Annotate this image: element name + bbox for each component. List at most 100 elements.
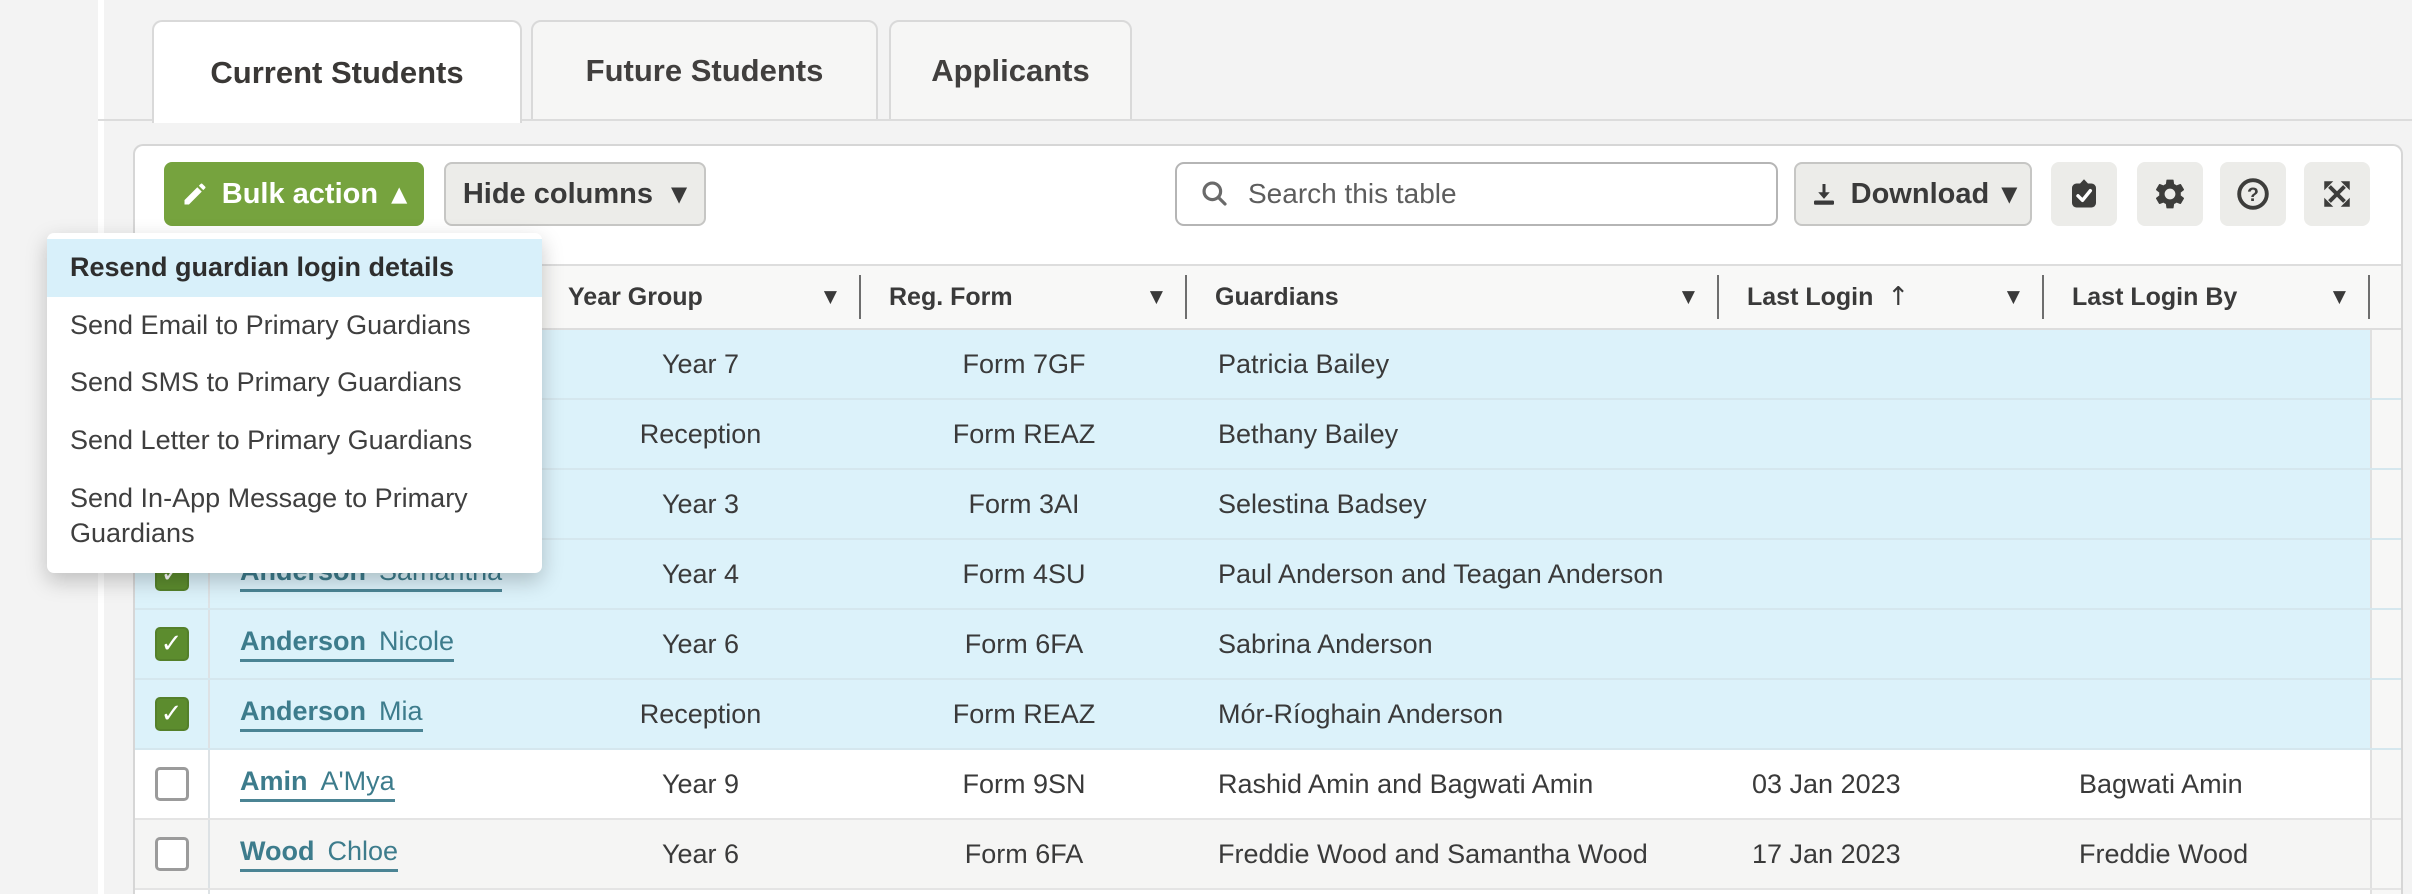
student-name-link[interactable]: Amin A'Mya (240, 766, 395, 802)
row-filler-cell (2370, 470, 2401, 538)
tab-current-students-label: Current Students (210, 54, 464, 90)
last-login-cell: 17 Jan 2023 (1752, 838, 1901, 869)
reg-form-cell: Form 3AI (968, 488, 1080, 519)
guardians-cell (1187, 890, 1719, 894)
row-checkbox[interactable] (154, 837, 189, 871)
last-login-cell (1719, 330, 2044, 398)
header-guardians-label: Guardians (1215, 282, 1339, 311)
row-filler-cell (2370, 890, 2401, 894)
reg-form-cell: Form 6FA (964, 628, 1084, 659)
expand-fullscreen-button[interactable] (2304, 162, 2370, 226)
year-group-cell: Year 9 (661, 768, 740, 799)
student-name-link[interactable]: Anderson Nicole (240, 626, 455, 662)
tab-applicants[interactable]: Applicants (889, 20, 1132, 121)
year-group-cell: Reception (639, 698, 762, 729)
last-login-by-cell: Bagwati Amin (2079, 768, 2243, 799)
tab-current-students[interactable]: Current Students (152, 20, 522, 123)
student-name-cell: Anderson Mia (210, 680, 540, 748)
pencil-icon (181, 180, 209, 208)
header-year-group[interactable]: Year Group ▼ (540, 266, 861, 328)
bulk-action-label: Bulk action (221, 177, 379, 210)
header-last-login-by-label: Last Login By (2072, 282, 2238, 311)
reg-form-cell: Form 7GF (962, 348, 1086, 379)
year-group-cell: Year 4 (661, 558, 740, 589)
last-login-by-cell (2044, 330, 2370, 398)
student-name-cell: Anderson Nicole (210, 610, 540, 678)
bulk-action-button[interactable]: Bulk action ▲ (164, 162, 424, 226)
row-checkbox[interactable] (154, 627, 189, 661)
reg-form-cell: Form 6FA (964, 838, 1084, 869)
student-forename: Nicole (379, 626, 455, 657)
row-checkbox-cell (135, 680, 210, 748)
menu-item-send-letter[interactable]: Send Letter to Primary Guardians (47, 412, 542, 470)
table-row: Wood Chloe Year 6 Form 6FA Freddie Wood a… (135, 820, 2401, 890)
guardians-cell: Selestina Badsey (1218, 488, 1427, 519)
settings-gear-icon (2152, 176, 2188, 212)
last-login-cell (1719, 680, 2044, 748)
menu-item-resend-guardian-login[interactable]: Resend guardian login details (47, 239, 542, 297)
select-rows-icon (2066, 176, 2102, 212)
last-login-by-cell (2044, 400, 2370, 468)
filter-caret-icon[interactable]: ▼ (2333, 287, 2346, 307)
tab-applicants-label: Applicants (931, 52, 1090, 88)
filter-caret-icon[interactable]: ▼ (1682, 287, 1695, 307)
student-surname: Anderson (240, 696, 367, 727)
settings-button[interactable] (2137, 162, 2203, 226)
tab-future-students[interactable]: Future Students (531, 20, 878, 121)
header-year-group-label: Year Group (568, 282, 703, 311)
tab-future-students-label: Future Students (585, 52, 824, 88)
row-checkbox[interactable] (154, 697, 189, 731)
row-filler-cell (2370, 540, 2401, 608)
row-checkbox-cell (135, 820, 210, 888)
reg-form-cell: Form REAZ (952, 418, 1096, 449)
header-guardians[interactable]: Guardians ▼ (1187, 266, 1719, 328)
student-name-link[interactable]: Anderson Mia (240, 696, 423, 732)
search-icon (1199, 178, 1231, 210)
header-last-login-label: Last Login (1747, 282, 1874, 311)
menu-item-send-sms[interactable]: Send SMS to Primary Guardians (47, 354, 542, 412)
table-row: Anderson Nicole Year 6 Form 6FA Sabrina A… (135, 610, 2401, 680)
expand-fullscreen-icon (2319, 176, 2355, 212)
caret-down-icon: ▼ (2001, 181, 2018, 206)
last-login-cell (1719, 400, 2044, 468)
menu-item-send-email[interactable]: Send Email to Primary Guardians (47, 297, 542, 355)
page: { "colors": { "accent_green": "#76a33e",… (0, 0, 2412, 894)
last-login-cell: 03 Jan 2023 (1752, 768, 1901, 799)
search-input[interactable] (1248, 178, 1768, 210)
download-button[interactable]: Download ▼ (1794, 162, 2032, 226)
caret-down-icon: ▼ (671, 181, 688, 206)
hide-columns-label: Hide columns (462, 177, 653, 210)
help-button[interactable]: ? (2220, 162, 2286, 226)
student-name-cell (210, 890, 540, 894)
filter-caret-icon[interactable]: ▼ (2007, 287, 2020, 307)
header-last-login[interactable]: Last Login ↑ ▼ (1719, 266, 2044, 328)
guardians-cell: Freddie Wood and Samantha Wood (1218, 838, 1648, 869)
row-checkbox[interactable] (154, 767, 189, 801)
row-filler-cell (2370, 400, 2401, 468)
row-checkbox-cell (135, 750, 210, 818)
download-icon (1809, 179, 1839, 209)
menu-item-send-inapp-message[interactable]: Send In-App Message to Primary Guardians (47, 470, 542, 563)
filter-caret-icon[interactable]: ▼ (824, 287, 837, 307)
row-checkbox-cell (135, 610, 210, 678)
header-reg-form[interactable]: Reg. Form ▼ (861, 266, 1187, 328)
row-checkbox-cell (135, 890, 210, 894)
year-group-cell: Reception (639, 418, 762, 449)
sort-ascending-icon: ↑ (1887, 282, 1910, 312)
last-login-cell (1719, 470, 2044, 538)
filter-caret-icon[interactable]: ▼ (1150, 287, 1163, 307)
student-name-link[interactable]: Wood Chloe (240, 836, 399, 872)
last-login-by-cell (2044, 680, 2370, 748)
select-rows-button[interactable] (2051, 162, 2117, 226)
hide-columns-button[interactable]: Hide columns ▼ (444, 162, 706, 226)
table-row: Amin A'Mya Year 9 Form 9SN Rashid Amin an… (135, 750, 2401, 820)
row-filler-cell (2370, 330, 2401, 398)
header-filler-cell (2370, 266, 2401, 328)
student-forename: Mia (379, 696, 423, 727)
guardians-cell: Paul Anderson and Teagan Anderson (1218, 558, 1664, 589)
header-last-login-by[interactable]: Last Login By ▼ (2044, 266, 2370, 328)
last-login-by-cell: Freddie Wood (2079, 838, 2249, 869)
student-surname: Wood (240, 836, 315, 867)
guardians-cell: Sabrina Anderson (1218, 628, 1433, 659)
guardians-cell: Patricia Bailey (1218, 348, 1390, 379)
